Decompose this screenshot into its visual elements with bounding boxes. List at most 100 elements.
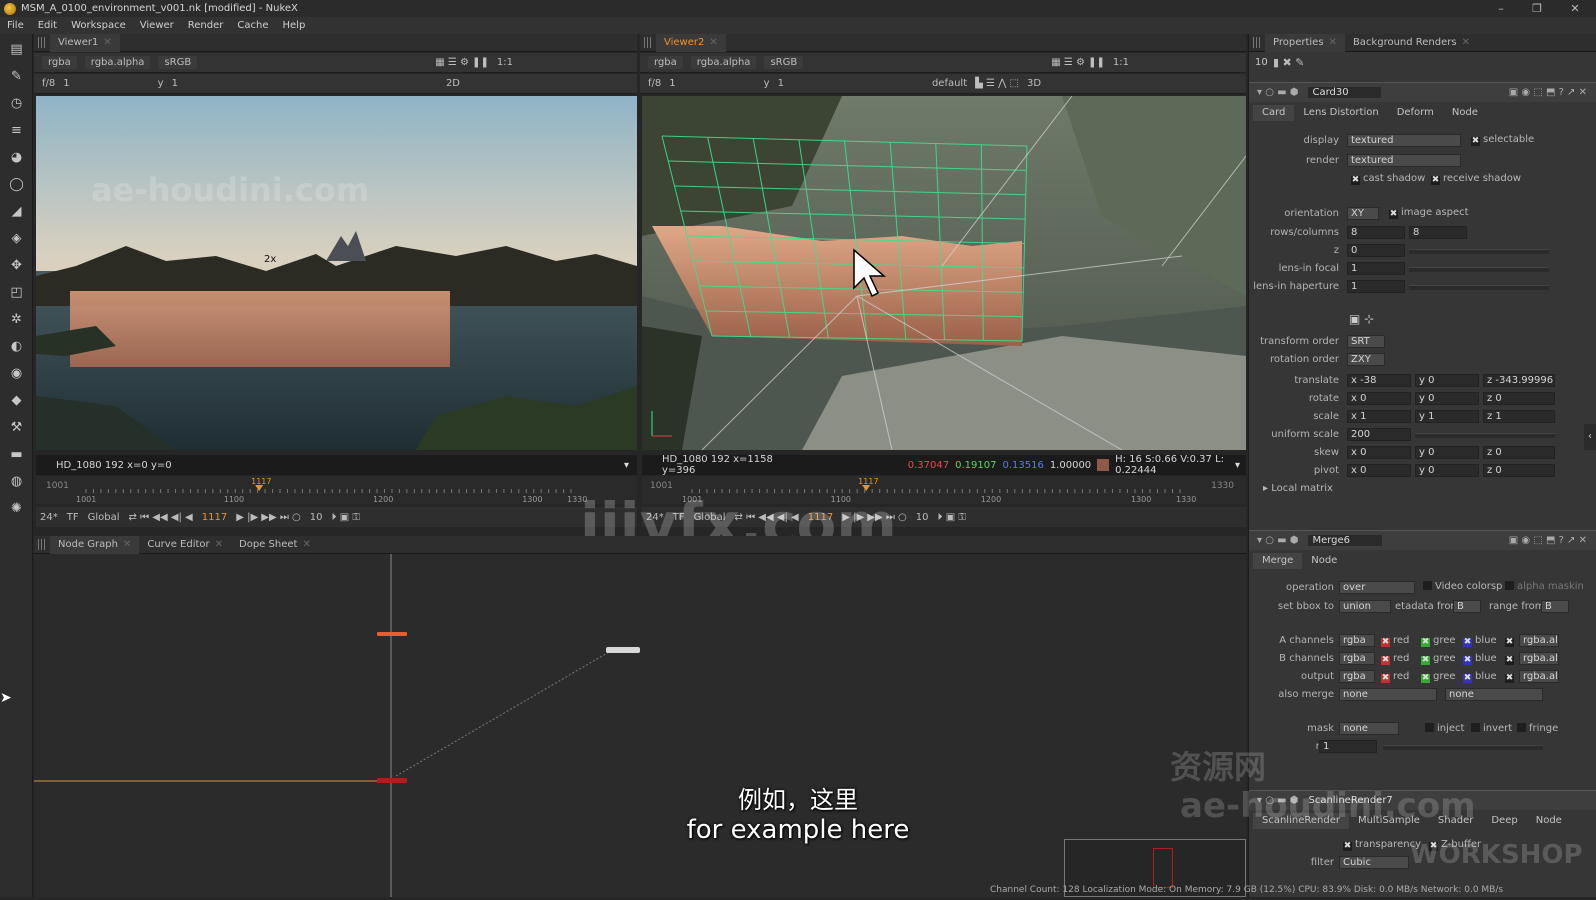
viewer2-transport-icon[interactable]: ⇄ ⏮ ◀◀ ◀| ◀ — [735, 512, 799, 523]
tab-multisample[interactable]: MultiSample — [1349, 813, 1429, 829]
tab-viewer1[interactable]: Viewer1 ✕ — [50, 33, 120, 52]
tab-scanline-node[interactable]: Node — [1527, 813, 1571, 829]
set-bbox-dropdown[interactable]: union — [1339, 600, 1391, 613]
image-aspect-checkbox[interactable]: ✖ image aspect — [1389, 207, 1469, 219]
viewer1-info-expand-icon[interactable]: ▾ — [624, 460, 629, 471]
viewer2-settings-icon[interactable]: ▦ ☰ ⚙ ❚❚ — [1051, 57, 1105, 68]
metadata-from-dropdown[interactable]: B — [1453, 600, 1481, 613]
current-frame-handle[interactable] — [862, 485, 871, 491]
b-channels-dropdown[interactable]: rgba — [1339, 652, 1375, 665]
rotate-y-field[interactable]: y 0 — [1415, 392, 1479, 405]
channel-nodes-icon[interactable]: ≡ — [8, 123, 25, 138]
tab-node-graph[interactable]: Node Graph ✕ — [50, 535, 140, 554]
close-tab-icon[interactable]: ✕ — [103, 37, 111, 48]
keyer-nodes-icon[interactable]: ◢ — [8, 204, 25, 219]
viewer2-colorspace-dropdown[interactable]: sRGB — [764, 56, 804, 69]
tab-node[interactable]: Node — [1443, 105, 1487, 121]
viewer2-fps-dropdown[interactable]: 24* — [646, 512, 664, 523]
pane-grab-icon[interactable] — [38, 539, 46, 550]
mask-dropdown[interactable]: none — [1339, 722, 1399, 735]
tab-deform[interactable]: Deform — [1388, 105, 1443, 121]
mix-slider[interactable] — [1383, 745, 1543, 750]
menu-workspace[interactable]: Workspace — [64, 20, 133, 31]
merge-nodes-icon[interactable]: ◈ — [8, 231, 25, 246]
viewer1-alpha-dropdown[interactable]: rgba.alpha — [84, 56, 151, 69]
viewer2-view-icons[interactable]: ▙ ☰ ⋀ ⬚ — [975, 78, 1019, 89]
pivot-z-field[interactable]: z 0 — [1483, 464, 1555, 477]
b-green-checkbox[interactable]: ✖ gree — [1421, 653, 1456, 665]
out-green-checkbox[interactable]: ✖ gree — [1421, 671, 1456, 683]
selectable-checkbox[interactable]: ✖ selectable — [1471, 134, 1534, 146]
viewer2-frame-field[interactable]: 1 — [669, 78, 675, 89]
out-alpha-dropdown[interactable]: rgba.al — [1519, 670, 1559, 683]
toolsets-icon[interactable]: ⚒ — [8, 420, 25, 435]
display-dropdown[interactable]: textured — [1347, 134, 1461, 147]
out-blue-checkbox[interactable]: ✖ blue — [1463, 671, 1497, 683]
pane-grab-icon[interactable] — [38, 37, 46, 48]
viewer1-mode-dropdown[interactable]: 2D — [446, 78, 460, 89]
video-colorspace-checkbox[interactable]: Video colorsp — [1423, 581, 1502, 592]
transform-handle-icons[interactable]: ▣ ⊹ — [1349, 312, 1374, 326]
viewer2-step-field[interactable]: 10 — [916, 512, 929, 523]
node-scene[interactable] — [606, 647, 640, 653]
node-card[interactable] — [377, 632, 407, 636]
inject-checkbox[interactable]: inject — [1425, 723, 1464, 734]
rotate-x-field[interactable]: x 0 — [1347, 392, 1411, 405]
node-header-right-icons[interactable]: ▣ ◉ ⬚ ⬒ ? ↗ ✕ — [1509, 535, 1587, 546]
viewer1-settings-icon[interactable]: ▦ ☰ ⚙ ❚❚ — [435, 57, 489, 68]
out-red-checkbox[interactable]: ✖ red — [1381, 671, 1409, 683]
viewer1-frame-field[interactable]: 1117 — [202, 512, 227, 523]
b-alpha-dropdown[interactable]: rgba.al — [1519, 652, 1559, 665]
b-alpha-checkbox[interactable]: ✖ — [1505, 653, 1517, 665]
skew-y-field[interactable]: y 0 — [1415, 446, 1479, 459]
filter-nodes-icon[interactable]: ◯ — [8, 177, 25, 192]
draw-nodes-icon[interactable]: ✎ — [8, 69, 25, 84]
tab-merge[interactable]: Merge — [1253, 553, 1303, 569]
current-frame-marker[interactable]: 1117 — [251, 477, 271, 486]
viewer2-global-dropdown[interactable]: Global — [694, 512, 726, 523]
z-slider[interactable] — [1409, 249, 1549, 254]
3d-nodes-icon[interactable]: ◰ — [8, 285, 25, 300]
scale-x-field[interactable]: x 1 — [1347, 410, 1411, 423]
menu-help[interactable]: Help — [276, 20, 313, 31]
collapse-panel-arrow-icon[interactable]: ‹ — [1584, 424, 1596, 450]
transparency-checkbox[interactable]: ✖ transparency — [1343, 839, 1421, 851]
tab-curve-editor[interactable]: Curve Editor ✕ — [139, 536, 231, 554]
other-nodes-icon[interactable]: ▬ — [8, 447, 25, 462]
rotate-z-field[interactable]: z 0 — [1483, 392, 1555, 405]
a-alpha-checkbox[interactable]: ✖ — [1505, 635, 1517, 647]
uniform-scale-field[interactable]: 200 — [1347, 428, 1411, 441]
tab-viewer2[interactable]: Viewer2 ✕ — [656, 33, 726, 52]
card-node-name[interactable]: Card30 — [1308, 87, 1381, 98]
skew-z-field[interactable]: z 0 — [1483, 446, 1555, 459]
lens-haperture-field[interactable]: 1 — [1347, 280, 1405, 293]
viewer2-tf-dropdown[interactable]: TF — [673, 512, 685, 523]
color-nodes-icon[interactable]: ◕ — [8, 150, 25, 165]
merge-node-name[interactable]: Merge6 — [1308, 535, 1383, 546]
node-merge[interactable] — [377, 778, 407, 783]
time-nodes-icon[interactable]: ◷ — [8, 96, 25, 111]
close-window-button[interactable]: ✕ — [1558, 0, 1592, 17]
viewer1-tf-dropdown[interactable]: TF — [67, 512, 79, 523]
menu-file[interactable]: File — [0, 20, 31, 31]
operation-dropdown[interactable]: over — [1339, 581, 1415, 594]
viewer1-extra-icon[interactable]: ⏵ ▣ ⚿ — [332, 512, 360, 523]
also-merge-dropdown-2[interactable]: none — [1445, 688, 1543, 701]
transform-nodes-icon[interactable]: ✥ — [8, 258, 25, 273]
uniform-scale-slider[interactable] — [1415, 433, 1555, 438]
pivot-x-field[interactable]: x 0 — [1347, 464, 1411, 477]
viewer1-fps-dropdown[interactable]: 24* — [40, 512, 58, 523]
viewer1-canvas[interactable]: ae-houdini.com 2x — [36, 96, 637, 450]
tab-card[interactable]: Card — [1253, 105, 1295, 121]
current-frame-marker[interactable]: 1117 — [858, 477, 878, 486]
zbuffer-checkbox[interactable]: ✖ Z-buffer — [1429, 839, 1481, 851]
lens-focal-field[interactable]: 1 — [1347, 262, 1405, 275]
viewer2-y-field[interactable]: 1 — [778, 78, 784, 89]
tab-lens-distortion[interactable]: Lens Distortion — [1294, 105, 1387, 121]
tab-scanline-render[interactable]: ScanlineRender — [1253, 813, 1349, 829]
viewer1-zoom-dropdown[interactable]: 1:1 — [497, 57, 513, 68]
viewer1-transport-icon[interactable]: ⇄ ⏮ ◀◀ ◀| ◀ — [129, 512, 193, 523]
menu-render[interactable]: Render — [181, 20, 231, 31]
a-channels-dropdown[interactable]: rgba — [1339, 634, 1375, 647]
viewer2-mode-dropdown[interactable]: 3D — [1027, 78, 1041, 89]
